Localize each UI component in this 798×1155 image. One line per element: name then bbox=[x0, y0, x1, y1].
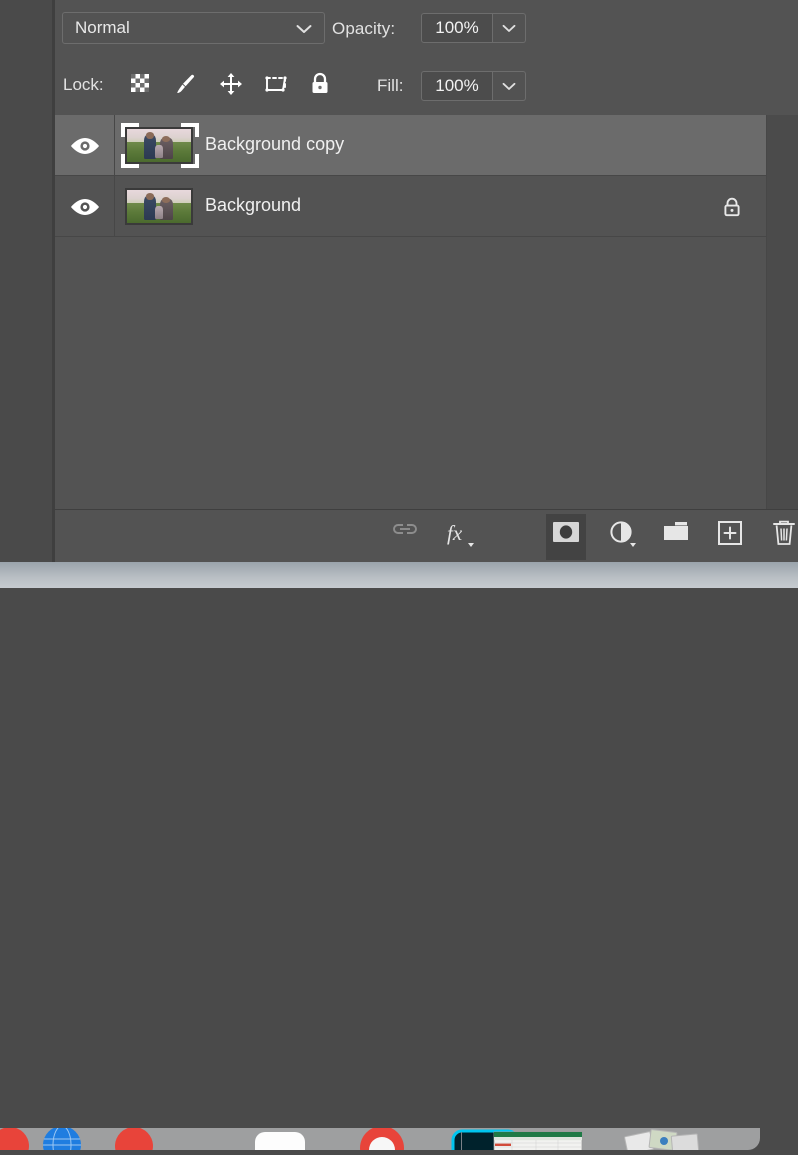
fill-label: Fill: bbox=[377, 76, 404, 95]
adjustment-layer-icon bbox=[610, 521, 636, 547]
lock-image-pixels-icon[interactable] bbox=[171, 71, 201, 101]
thumbnail-selection-brackets bbox=[121, 123, 199, 168]
trash-icon bbox=[773, 520, 795, 545]
new-adjustment-layer-button[interactable] bbox=[603, 519, 643, 555]
layer-list-empty-area[interactable] bbox=[55, 237, 766, 509]
link-layers-button[interactable] bbox=[385, 519, 425, 555]
dock-icon-safari[interactable] bbox=[40, 1125, 84, 1155]
layer-name[interactable]: Background copy bbox=[205, 134, 344, 155]
lock-artboard-nesting-icon[interactable] bbox=[261, 71, 291, 101]
chevron-down-icon bbox=[502, 82, 516, 91]
desktop-background bbox=[0, 562, 798, 1155]
fill-dropdown-button[interactable] bbox=[493, 71, 526, 101]
dock-icon-red-badge[interactable] bbox=[112, 1127, 156, 1155]
dock-separator bbox=[461, 1132, 462, 1150]
lock-row: Lock: Fill: 100% bbox=[55, 57, 798, 116]
layer-style-button[interactable]: fx bbox=[440, 519, 480, 555]
dock-icon-red-left[interactable] bbox=[0, 1127, 32, 1155]
table-row[interactable]: Background bbox=[55, 176, 766, 237]
eye-icon bbox=[71, 199, 99, 215]
lock-label: Lock: bbox=[63, 75, 104, 94]
fill-input[interactable]: 100% bbox=[421, 71, 493, 101]
document-window-edge bbox=[0, 0, 52, 562]
layers-panel-toolbar: fx bbox=[55, 509, 798, 563]
chevron-down-icon bbox=[296, 24, 312, 34]
lock-transparent-pixels-icon[interactable] bbox=[125, 71, 155, 101]
dock-icon-spreadsheet[interactable] bbox=[492, 1128, 584, 1153]
blend-mode-select[interactable]: Normal bbox=[62, 12, 325, 44]
layer-list: Background copy Background bbox=[55, 115, 798, 509]
delete-layer-button[interactable] bbox=[764, 519, 798, 555]
layer-list-scrollbar-gutter[interactable] bbox=[766, 115, 798, 509]
opacity-label: Opacity: bbox=[332, 19, 396, 38]
layer-visibility-toggle[interactable] bbox=[55, 176, 115, 236]
opacity-input[interactable]: 100% bbox=[421, 13, 493, 43]
layer-thumbnail[interactable] bbox=[121, 184, 199, 229]
folder-icon bbox=[664, 522, 688, 540]
layers-panel: Normal Opacity: 100% Lock: Fill: 100% Ba… bbox=[55, 0, 798, 563]
new-layer-plus-icon bbox=[718, 521, 742, 545]
lock-all-icon[interactable] bbox=[305, 71, 335, 101]
family-photo-thumbnail bbox=[125, 188, 193, 225]
table-row[interactable]: Background copy bbox=[55, 115, 766, 176]
new-layer-button[interactable] bbox=[710, 519, 750, 555]
dock bbox=[0, 1125, 760, 1155]
layer-mask-icon bbox=[553, 522, 579, 542]
add-layer-mask-button[interactable] bbox=[546, 514, 586, 560]
layer-name[interactable]: Background bbox=[205, 195, 301, 216]
dock-icon-white-rounded[interactable] bbox=[252, 1128, 305, 1155]
layer-visibility-toggle[interactable] bbox=[55, 115, 115, 175]
new-group-button[interactable] bbox=[656, 519, 696, 555]
layer-thumbnail[interactable] bbox=[121, 123, 199, 168]
blend-mode-row: Normal Opacity: 100% bbox=[55, 0, 798, 58]
dock-icon-photo-collage[interactable] bbox=[620, 1128, 710, 1155]
dock-icon-red-circle[interactable] bbox=[352, 1126, 404, 1155]
blend-mode-value: Normal bbox=[75, 18, 130, 37]
eye-icon bbox=[71, 138, 99, 154]
link-icon bbox=[393, 524, 417, 534]
svg-text:fx: fx bbox=[447, 521, 463, 545]
screen: Normal Opacity: 100% Lock: Fill: 100% Ba… bbox=[0, 0, 798, 1155]
layer-locked-icon bbox=[720, 195, 744, 224]
dock-icon-terminal-cyan[interactable] bbox=[450, 1128, 519, 1155]
lock-position-icon[interactable] bbox=[216, 71, 246, 101]
fx-icon: fx bbox=[447, 521, 474, 547]
opacity-dropdown-button[interactable] bbox=[493, 13, 526, 43]
chevron-down-icon bbox=[502, 24, 516, 33]
